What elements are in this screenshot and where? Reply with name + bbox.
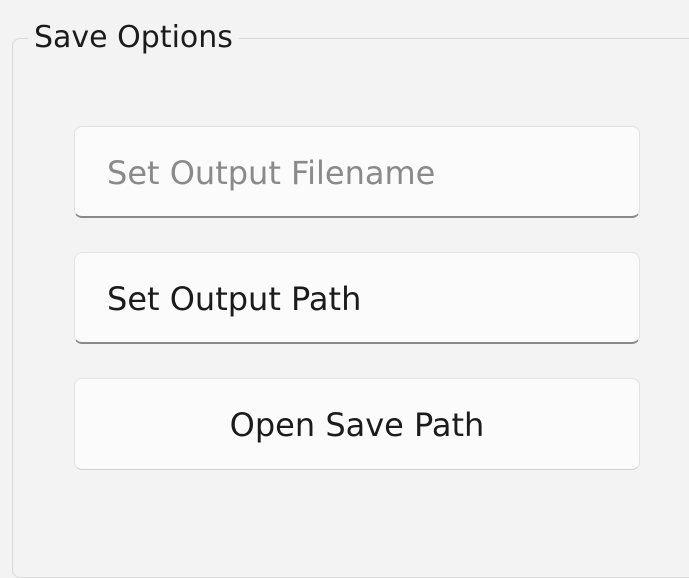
save-options-title: Save Options: [28, 16, 239, 60]
open-save-path-label: Open Save Path: [229, 406, 485, 444]
output-filename-placeholder: Set Output Filename: [107, 154, 436, 192]
output-path-input[interactable]: Set Output Path: [74, 252, 640, 344]
output-path-value: Set Output Path: [107, 280, 362, 318]
output-filename-input[interactable]: Set Output Filename: [74, 126, 640, 218]
open-save-path-button[interactable]: Open Save Path: [74, 378, 640, 470]
